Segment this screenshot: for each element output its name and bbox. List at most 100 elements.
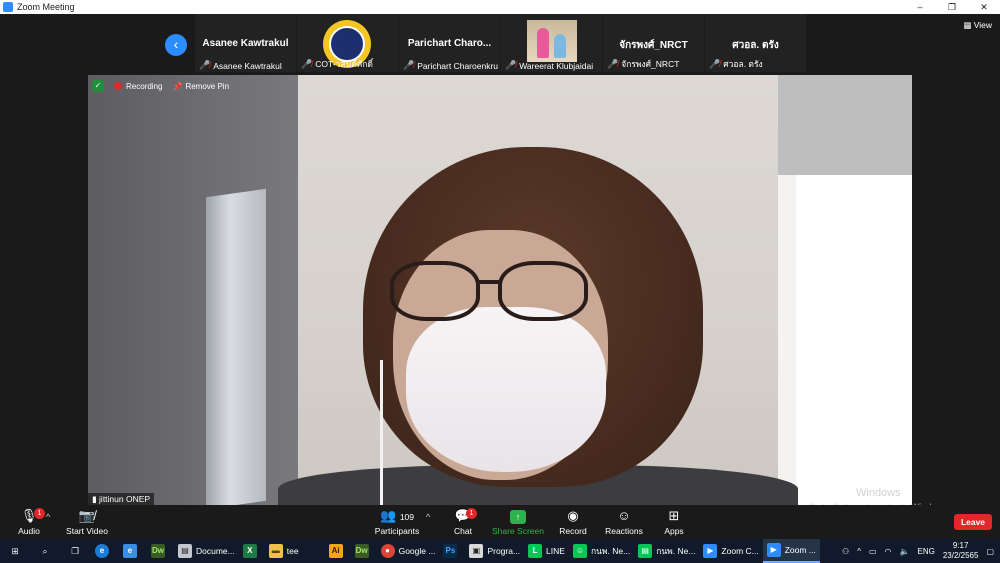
record-icon: ◉: [567, 508, 579, 523]
video-background-right: [778, 75, 912, 505]
participants-button[interactable]: 👥 109 Participants: [372, 508, 422, 536]
edge-icon: e: [95, 544, 109, 558]
video-window-frame: [206, 188, 266, 505]
dreamweaver-icon: Dw: [151, 544, 165, 558]
participant-strip: [0, 14, 1000, 74]
glasses-bridge: [478, 280, 502, 284]
illustrator-icon: Ai: [328, 544, 343, 558]
close-button[interactable]: ✕: [968, 0, 1000, 14]
chat-button[interactable]: 💬 Chat 1: [448, 508, 478, 536]
audio-options-caret-icon[interactable]: ^: [46, 512, 50, 522]
share-screen-icon: ↑: [510, 510, 526, 524]
taskbar-item[interactable]: L LINE: [524, 539, 569, 563]
taskbar-ie[interactable]: e: [118, 539, 146, 563]
tray-expand-icon[interactable]: ^: [857, 547, 861, 556]
taskbar-item[interactable]: ▤ กนพ. Ne...: [634, 539, 699, 563]
sheet-icon: ▤: [638, 544, 653, 558]
pin-icon: 📌: [172, 81, 183, 91]
volume-icon[interactable]: 🔈: [900, 547, 910, 556]
participant-label: ศวอล. ตรัง: [723, 59, 763, 69]
apps-icon: ⊞: [668, 508, 680, 523]
taskbar-item[interactable]: ▬ tee: [265, 539, 303, 563]
taskbar-edge[interactable]: e: [90, 539, 118, 563]
reactions-icon: ☺: [617, 508, 631, 523]
strip-prev-button[interactable]: ‹: [165, 34, 187, 56]
taskbar-item[interactable]: X: [239, 539, 265, 563]
taskbar-item[interactable]: ▤ Docume...: [174, 539, 239, 563]
participant-tile[interactable]: 🎤̸ Wareerat Klubjaidai: [501, 14, 602, 72]
audio-badge: 1: [34, 508, 45, 519]
clock[interactable]: 9:17 23/2/2565: [943, 541, 979, 561]
ie-icon: e: [123, 544, 137, 558]
apps-button[interactable]: ⊞ Apps: [660, 508, 688, 536]
reactions-button[interactable]: ☺ Reactions: [604, 508, 644, 536]
system-tray: ⚇ ^ ▭ ◠ 🔈 ENG 9:17 23/2/2565 ▢: [842, 539, 1000, 563]
video-background-left: [88, 75, 303, 505]
zoom-icon: ▶: [766, 543, 781, 557]
taskbar-item[interactable]: ● Google ...: [377, 539, 440, 563]
taskbar-item[interactable]: Ai: [325, 539, 351, 563]
participant-tile[interactable]: จักรพงศ์_NRCT 🎤̸ จักรพงศ์_NRCT: [603, 14, 704, 72]
battery-icon[interactable]: ▭: [869, 547, 877, 556]
chrome-icon: ●: [380, 544, 395, 558]
meeting-toolbar: 🎙 Audio 1 ^ 📷̸ Start Video 👥 109 Partici…: [0, 505, 1000, 539]
taskbar-item[interactable]: ☺ กนพ. Ne...: [569, 539, 634, 563]
glasses-left-lens: [390, 261, 480, 321]
participant-tile[interactable]: Parichart Charo... 🎤̸ Parichart Charoenkr…: [399, 14, 500, 72]
doc-icon: ▤: [178, 544, 192, 558]
participant-label: Wareerat Klubjaidai: [519, 60, 594, 71]
notification-icon[interactable]: ▢: [986, 547, 994, 556]
taskbar-item[interactable]: ▶ Zoom C...: [699, 539, 762, 563]
window-controls: – ❐ ✕: [904, 0, 1000, 14]
recording-indicator[interactable]: Recording: [114, 82, 162, 91]
share-screen-button[interactable]: ↑ Share Screen: [492, 508, 544, 536]
earphone-cable: [380, 360, 383, 505]
active-speaker-video: [88, 75, 912, 505]
minimize-button[interactable]: –: [904, 0, 936, 14]
taskbar-item[interactable]: ▶ Zoom ...: [762, 539, 820, 563]
record-button[interactable]: ◉ Record: [556, 508, 590, 536]
search-icon: ⌕: [42, 545, 48, 556]
people-icon[interactable]: ⚇: [842, 547, 849, 556]
security-shield-icon[interactable]: ✓: [92, 80, 104, 92]
participant-display-name: ศวอล. ตรัง: [732, 40, 779, 51]
muted-mic-icon: 🎤̸: [505, 60, 517, 70]
taskbar-item[interactable]: Dw: [351, 539, 377, 563]
participants-icon: 👥: [380, 508, 397, 523]
task-view-button[interactable]: ❐: [60, 539, 90, 563]
participant-display-name: Parichart Charo...: [407, 38, 492, 49]
window-titlebar: Zoom Meeting – ❐ ✕: [0, 0, 1000, 14]
participant-tile[interactable]: Asanee Kawtrakul 🎤̸ Asanee Kawtrakul: [195, 14, 296, 72]
maximize-button[interactable]: ❐: [936, 0, 968, 14]
participant-display-name: Asanee Kawtrakul: [202, 38, 289, 49]
remove-pin-button[interactable]: 📌 Remove Pin: [172, 82, 229, 91]
view-button[interactable]: ▦ View: [963, 20, 992, 31]
recording-dot-icon: [114, 82, 122, 91]
taskbar-item[interactable]: ▣ Progra...: [465, 539, 524, 563]
photoshop-icon: Ps: [443, 544, 458, 558]
start-button[interactable]: ⊞: [0, 539, 30, 563]
participant-label: จักรพงศ์_NRCT: [621, 59, 680, 69]
language-indicator[interactable]: ENG: [918, 547, 935, 556]
line-icon: L: [528, 544, 543, 558]
zoom-logo-icon: [3, 2, 13, 12]
video-off-icon: 📷̸: [78, 508, 96, 523]
taskbar-item[interactable]: Ps: [439, 539, 465, 563]
muted-mic-icon: 🎤̸: [199, 60, 211, 70]
search-button[interactable]: ⌕: [30, 539, 60, 563]
signal-icon: ▮: [92, 494, 100, 504]
participant-tile[interactable]: ศวอล. ตรัง 🎤̸ ศวอล. ตรัง: [705, 14, 806, 72]
dreamweaver-icon: Dw: [354, 544, 369, 558]
muted-mic-icon: 🎤̸: [607, 58, 619, 69]
participant-photo: [527, 20, 577, 62]
taskbar-dreamweaver-pinned[interactable]: Dw: [146, 539, 174, 563]
start-video-button[interactable]: 📷̸ Start Video: [62, 508, 112, 536]
participant-label: Asanee Kawtrakul: [213, 60, 282, 71]
participants-caret-icon[interactable]: ^: [426, 512, 430, 522]
participant-tile[interactable]: 🎤̸ COT-วสันต์ศักดิ์: [297, 14, 398, 72]
muted-mic-icon: 🎤̸: [709, 58, 721, 69]
speaker-mask: [406, 307, 606, 472]
audio-button[interactable]: 🎙 Audio 1: [12, 508, 46, 536]
wifi-icon[interactable]: ◠: [885, 547, 892, 556]
leave-button[interactable]: Leave: [954, 514, 992, 530]
